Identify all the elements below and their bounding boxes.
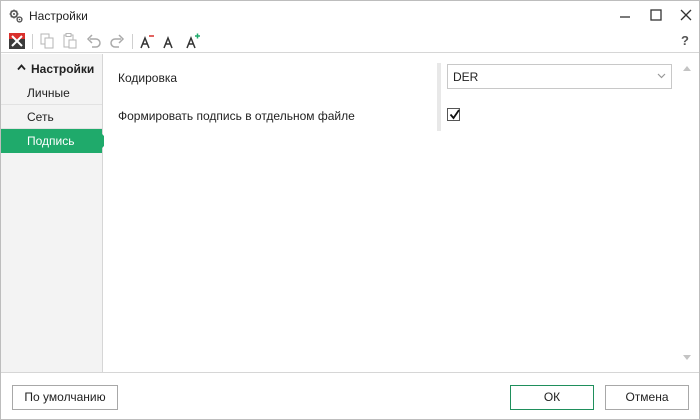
undo-button[interactable] — [84, 31, 104, 51]
settings-window: Настройки ? Настройки Личные Сеть Подпис… — [0, 0, 700, 420]
sidebar-item-signature[interactable]: Подпись — [1, 129, 109, 153]
app-logo-icon — [9, 33, 25, 49]
ok-button[interactable]: ОК — [510, 385, 594, 410]
toolbar: ? — [1, 30, 699, 53]
font-decrease-icon — [140, 35, 154, 49]
font-decrease-button[interactable] — [137, 31, 157, 51]
help-button[interactable]: ? — [681, 33, 689, 48]
minimize-icon — [620, 16, 630, 18]
checkmark-icon — [449, 109, 460, 120]
sidebar-group-settings[interactable]: Настройки — [1, 58, 102, 80]
encoding-value: DER — [453, 70, 479, 84]
encoding-select[interactable]: DER — [447, 64, 672, 89]
chevron-down-icon — [657, 73, 666, 79]
scroll-up-icon[interactable] — [682, 64, 692, 72]
window-title: Настройки — [29, 9, 88, 23]
title-bar: Настройки — [1, 1, 699, 30]
close-button[interactable] — [669, 1, 700, 30]
cancel-button[interactable]: Отмена — [605, 385, 689, 410]
font-normal-button[interactable] — [159, 31, 179, 51]
app-logo-button[interactable] — [7, 31, 27, 51]
dialog-footer: По умолчанию ОК Отмена — [1, 372, 699, 419]
toolbar-separator — [32, 34, 33, 49]
sidebar-item-label: Подпись — [27, 134, 75, 148]
restore-defaults-button[interactable]: По умолчанию — [12, 385, 118, 410]
close-icon — [680, 9, 692, 21]
undo-icon — [86, 34, 101, 48]
separate-file-checkbox[interactable] — [447, 108, 460, 121]
redo-button[interactable] — [107, 31, 127, 51]
copy-icon — [40, 33, 54, 49]
sidebar: Настройки Личные Сеть Подпись — [1, 54, 109, 372]
gears-icon — [8, 8, 24, 24]
column-splitter[interactable] — [437, 63, 441, 131]
sidebar-item-personal[interactable]: Личные — [1, 81, 102, 105]
paste-button[interactable] — [60, 31, 80, 51]
caret-up-icon — [17, 64, 26, 71]
paste-icon — [63, 33, 77, 49]
maximize-button[interactable] — [639, 1, 673, 30]
font-increase-icon — [186, 33, 200, 49]
copy-button[interactable] — [37, 31, 57, 51]
minimize-button[interactable] — [608, 1, 642, 30]
scroll-down-icon[interactable] — [682, 354, 692, 362]
toolbar-separator — [132, 34, 133, 49]
sidebar-item-network[interactable]: Сеть — [1, 105, 102, 129]
maximize-icon — [650, 9, 662, 21]
encoding-label: Кодировка — [118, 71, 178, 85]
separate-file-label: Формировать подпись в отдельном файле — [118, 109, 355, 123]
redo-icon — [110, 34, 125, 48]
settings-panel: Кодировка Формировать подпись в отдельно… — [104, 54, 699, 372]
font-normal-icon — [163, 35, 173, 49]
sidebar-item-label: Сеть — [27, 110, 54, 124]
sidebar-item-label: Личные — [27, 86, 70, 100]
font-increase-button[interactable] — [183, 31, 203, 51]
sidebar-group-label: Настройки — [31, 62, 95, 76]
